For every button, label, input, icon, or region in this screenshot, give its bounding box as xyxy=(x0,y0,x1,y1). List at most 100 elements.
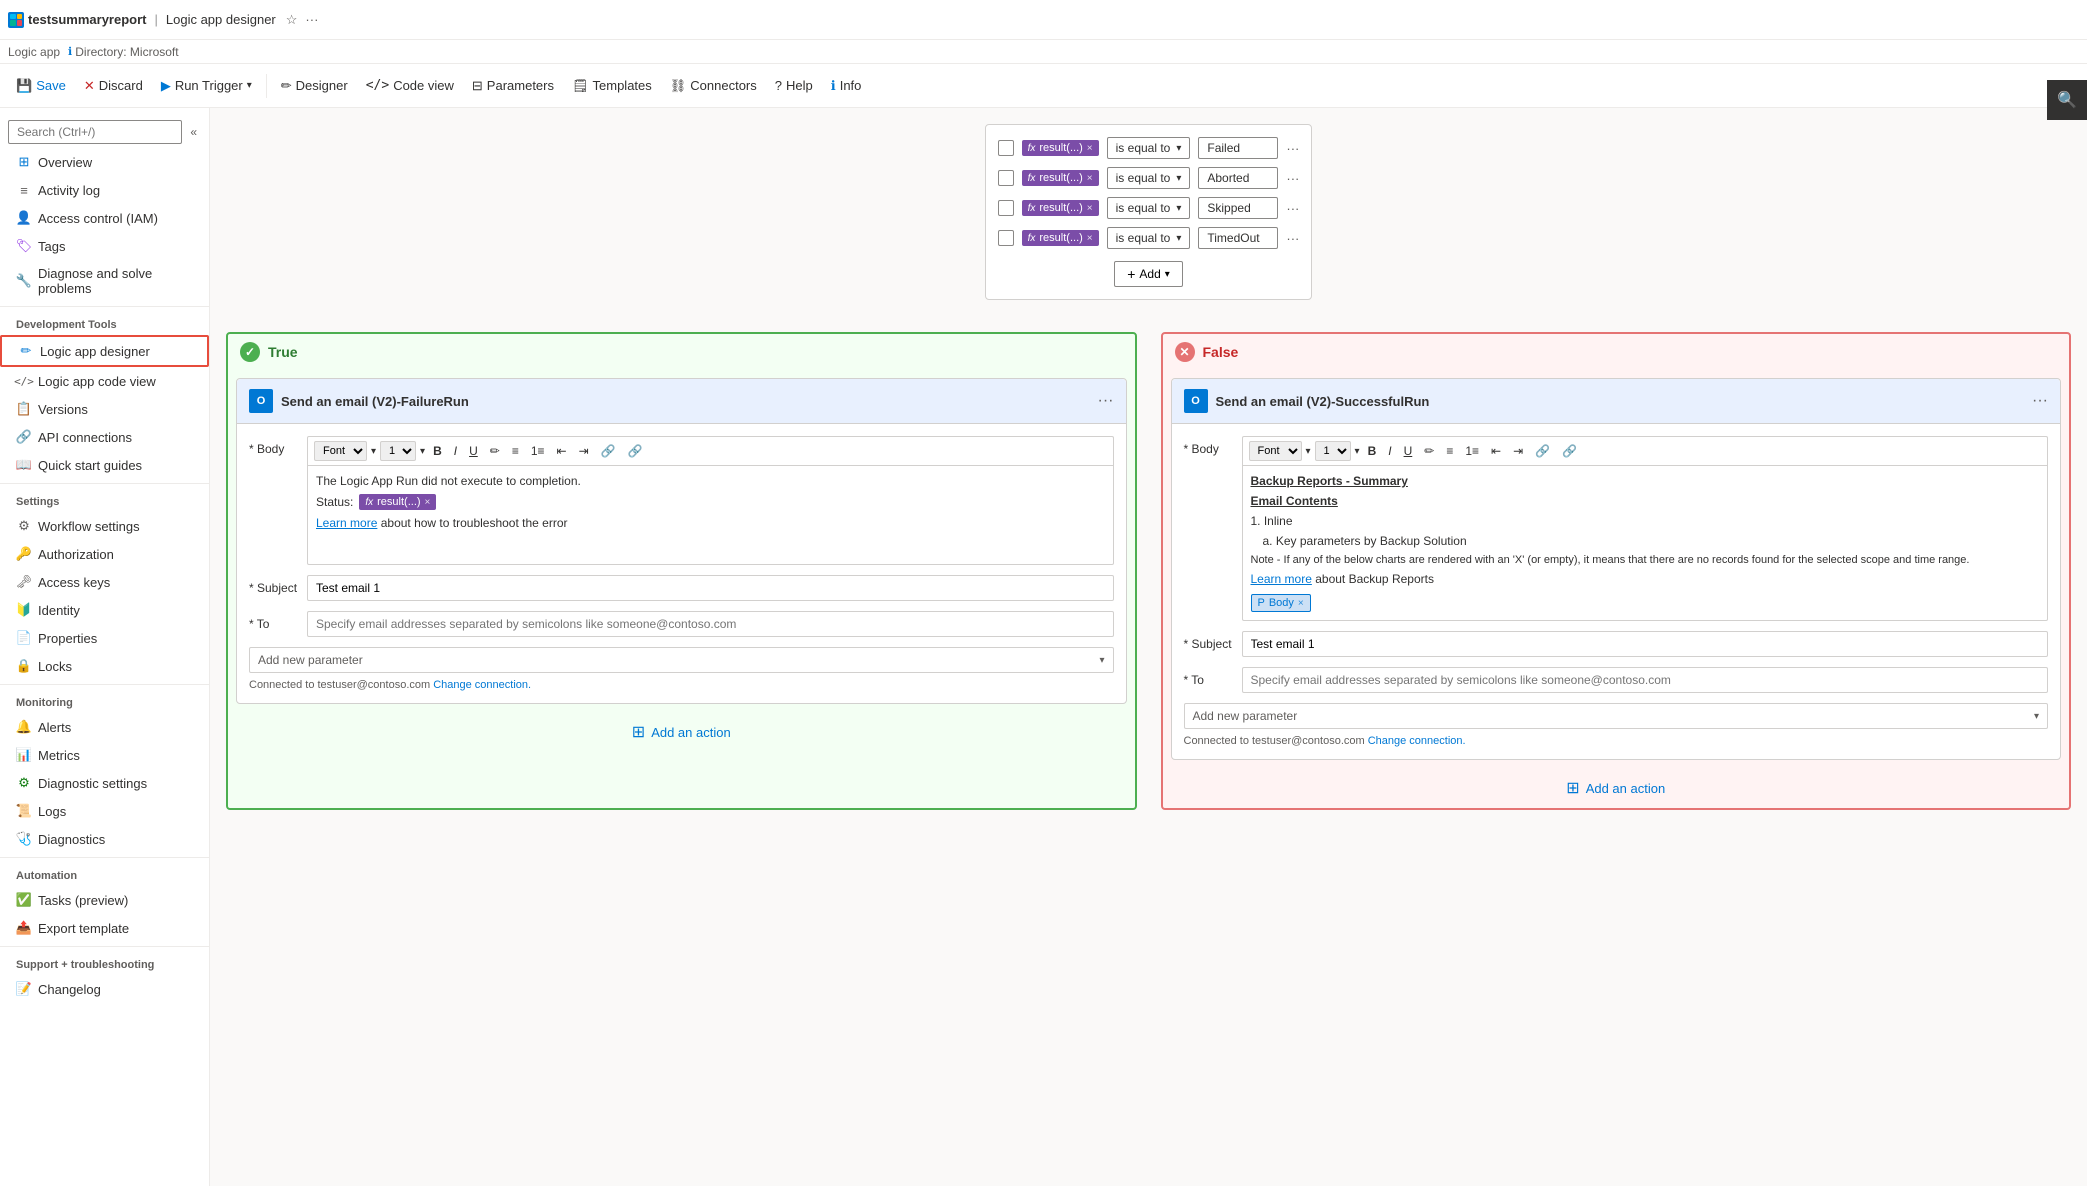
bold-btn-false[interactable]: B xyxy=(1364,442,1381,460)
add-param-true[interactable]: Add new parameter ▾ xyxy=(249,647,1114,673)
sidebar-item-tags[interactable]: 🏷 Tags xyxy=(0,232,209,260)
add-param-false[interactable]: Add new parameter ▾ xyxy=(1184,703,2049,729)
decrease-indent-btn-true[interactable]: ⇤ xyxy=(553,442,571,460)
condition-op-2[interactable]: is equal to ▾ xyxy=(1107,167,1191,189)
body-tag-close[interactable]: × xyxy=(1298,598,1304,609)
increase-indent-btn-false[interactable]: ⇥ xyxy=(1509,442,1527,460)
sidebar-item-overview[interactable]: ⊞ Overview xyxy=(0,148,209,176)
result-tag-close-3[interactable]: × xyxy=(1087,203,1093,214)
sidebar-item-api-connections[interactable]: 🔗 API connections xyxy=(0,423,209,451)
sidebar-item-export-template[interactable]: 📤 Export template xyxy=(0,914,209,942)
condition-checkbox-1[interactable] xyxy=(998,140,1014,156)
sidebar-item-alerts[interactable]: 🔔 Alerts xyxy=(0,713,209,741)
pencil-btn-true[interactable]: ✏ xyxy=(486,442,504,460)
more-icon[interactable]: ··· xyxy=(305,12,318,27)
bold-btn-true[interactable]: B xyxy=(429,442,446,460)
help-button[interactable]: ? Help xyxy=(767,74,821,97)
sidebar-item-logs[interactable]: 📜 Logs xyxy=(0,797,209,825)
underline-btn-false[interactable]: U xyxy=(1400,442,1417,460)
change-connection-link-true[interactable]: Change connection. xyxy=(433,679,531,691)
increase-indent-btn-true[interactable]: ⇥ xyxy=(575,442,593,460)
sidebar-item-quick-start[interactable]: 📖 Quick start guides xyxy=(0,451,209,479)
sidebar-item-diagnostic-settings[interactable]: ⚙ Diagnostic settings xyxy=(0,769,209,797)
condition-val-timedout[interactable]: TimedOut xyxy=(1198,227,1278,249)
parameters-button[interactable]: ⊟ Parameters xyxy=(464,74,562,98)
search-input[interactable] xyxy=(8,120,182,144)
subject-input-true[interactable] xyxy=(307,575,1114,601)
sidebar-item-access-keys[interactable]: 🗝 Access keys xyxy=(0,568,209,596)
sidebar-item-metrics[interactable]: 📊 Metrics xyxy=(0,741,209,769)
add-action-true[interactable]: ⊞ Add an action xyxy=(228,712,1135,752)
condition-dots-2[interactable]: ··· xyxy=(1286,171,1299,186)
numbered-list-btn-false[interactable]: 1≡ xyxy=(1461,442,1483,460)
templates-button[interactable]: 🗒 Templates xyxy=(564,74,660,98)
link-btn-true[interactable]: 🔗 xyxy=(597,442,620,460)
info-button[interactable]: ℹ Info xyxy=(823,74,870,98)
add-condition-button[interactable]: + Add ▾ xyxy=(1114,261,1183,287)
sidebar-item-tasks[interactable]: ✅ Tasks (preview) xyxy=(0,886,209,914)
italic-btn-true[interactable]: I xyxy=(450,442,461,460)
condition-dots-1[interactable]: ··· xyxy=(1286,141,1299,156)
condition-dots-4[interactable]: ··· xyxy=(1286,231,1299,246)
code-view-button[interactable]: </> Code view xyxy=(358,74,462,97)
condition-checkbox-4[interactable] xyxy=(998,230,1014,246)
font-size-false[interactable]: 12 xyxy=(1315,441,1351,461)
font-select-false[interactable]: Font xyxy=(1249,441,1302,461)
sidebar-item-properties[interactable]: 📄 Properties xyxy=(0,624,209,652)
result-tag-status-close[interactable]: × xyxy=(425,497,431,508)
decrease-indent-btn-false[interactable]: ⇤ xyxy=(1487,442,1505,460)
sidebar-item-diagnostics[interactable]: 🩺 Diagnostics xyxy=(0,825,209,853)
email-card-failure-dots[interactable]: ··· xyxy=(1098,392,1114,410)
bullet-list-btn-false[interactable]: ≡ xyxy=(1442,442,1457,460)
sidebar-item-identity[interactable]: 🔰 Identity xyxy=(0,596,209,624)
sidebar-item-authorization[interactable]: 🔑 Authorization xyxy=(0,540,209,568)
font-select-true[interactable]: Font xyxy=(314,441,367,461)
sidebar-item-versions[interactable]: 📋 Versions xyxy=(0,395,209,423)
sidebar-item-diagnose[interactable]: 🔧 Diagnose and solve problems xyxy=(0,260,209,302)
result-tag-close-1[interactable]: × xyxy=(1087,143,1093,154)
change-connection-link-false[interactable]: Change connection. xyxy=(1368,735,1466,747)
condition-val-failed[interactable]: Failed xyxy=(1198,137,1278,159)
link2-btn-true[interactable]: 🔗 xyxy=(624,442,647,460)
right-search-button[interactable]: 🔍 xyxy=(2047,108,2087,120)
sidebar-collapse-button[interactable]: « xyxy=(186,121,201,143)
sidebar-item-changelog[interactable]: 📝 Changelog xyxy=(0,975,209,1003)
email-card-success-header[interactable]: O Send an email (V2)-SuccessfulRun ··· xyxy=(1172,379,2061,424)
pencil-btn-false[interactable]: ✏ xyxy=(1420,442,1438,460)
condition-checkbox-3[interactable] xyxy=(998,200,1014,216)
save-button[interactable]: 💾 Save xyxy=(8,74,74,98)
numbered-list-btn-true[interactable]: 1≡ xyxy=(527,442,549,460)
to-input-false[interactable] xyxy=(1242,667,2049,693)
result-tag-close-4[interactable]: × xyxy=(1087,233,1093,244)
condition-op-4[interactable]: is equal to ▾ xyxy=(1107,227,1191,249)
sidebar-item-locks[interactable]: 🔒 Locks xyxy=(0,652,209,680)
condition-checkbox-2[interactable] xyxy=(998,170,1014,186)
learn-more-link-false[interactable]: Learn more xyxy=(1251,572,1312,586)
subject-input-false[interactable] xyxy=(1242,631,2049,657)
body-textarea-false[interactable]: Backup Reports - Summary Email Contents … xyxy=(1242,465,2049,621)
run-trigger-button[interactable]: ▶ Run Trigger ▾ xyxy=(153,74,260,98)
link-btn-false[interactable]: 🔗 xyxy=(1531,442,1554,460)
favorite-icon[interactable]: ☆ xyxy=(286,12,298,28)
result-tag-close-2[interactable]: × xyxy=(1087,173,1093,184)
underline-btn-true[interactable]: U xyxy=(465,442,482,460)
email-card-failure-header[interactable]: O Send an email (V2)-FailureRun ··· xyxy=(237,379,1126,424)
body-textarea-true[interactable]: The Logic App Run did not execute to com… xyxy=(307,465,1114,565)
condition-op-3[interactable]: is equal to ▾ xyxy=(1107,197,1191,219)
link2-btn-false[interactable]: 🔗 xyxy=(1558,442,1581,460)
to-input-true[interactable] xyxy=(307,611,1114,637)
sidebar-item-code-view[interactable]: </> Logic app code view xyxy=(0,367,209,395)
italic-btn-false[interactable]: I xyxy=(1384,442,1395,460)
condition-val-skipped[interactable]: Skipped xyxy=(1198,197,1278,219)
discard-button[interactable]: ✕ Discard xyxy=(76,74,151,98)
designer-button[interactable]: ✏ Designer xyxy=(273,74,356,98)
email-card-success-dots[interactable]: ··· xyxy=(2032,392,2048,410)
sidebar-item-access-control[interactable]: 👤 Access control (IAM) xyxy=(0,204,209,232)
condition-op-1[interactable]: is equal to ▾ xyxy=(1107,137,1191,159)
connectors-button[interactable]: ⛓ Connectors xyxy=(662,74,765,98)
sidebar-item-logic-app-designer[interactable]: ✏ Logic app designer xyxy=(0,335,209,367)
sidebar-item-activity-log[interactable]: ≡ Activity log xyxy=(0,176,209,204)
bullet-list-btn-true[interactable]: ≡ xyxy=(508,442,523,460)
condition-dots-3[interactable]: ··· xyxy=(1286,201,1299,216)
learn-more-link-true[interactable]: Learn more xyxy=(316,516,377,530)
